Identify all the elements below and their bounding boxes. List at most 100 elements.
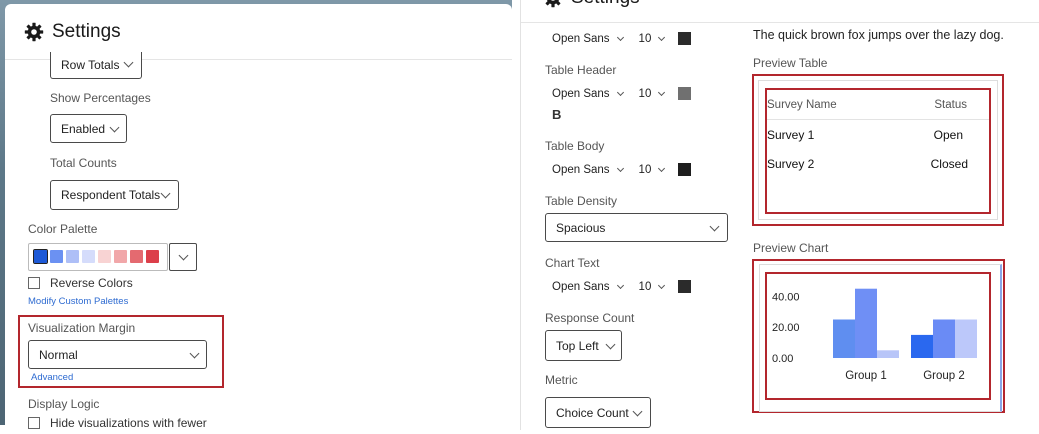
- chevron-down-icon: [616, 164, 624, 172]
- font-size-select[interactable]: 10: [639, 88, 652, 100]
- chevron-down-icon: [658, 281, 666, 289]
- table-body-label: Table Body: [545, 139, 605, 153]
- palette-swatch[interactable]: [82, 250, 95, 263]
- hide-visualizations-label: Hide visualizations with fewer: [50, 416, 207, 430]
- palette-swatch-selected[interactable]: [33, 249, 48, 264]
- font-color-swatch[interactable]: [678, 280, 692, 293]
- chevron-down-icon: [616, 281, 624, 289]
- palette-swatch[interactable]: [98, 250, 111, 263]
- font-family-select[interactable]: Open Sans: [552, 281, 610, 293]
- response-count-label: Response Count: [545, 311, 635, 325]
- table-header-font-row: Open Sans 10: [552, 87, 692, 100]
- chevron-down-icon: [605, 339, 616, 350]
- font-sample-text: The quick brown fox jumps over the lazy …: [753, 28, 1004, 42]
- table-row: Survey 1 Open: [767, 120, 989, 149]
- hide-visualizations-checkbox[interactable]: [28, 417, 40, 429]
- bar: [911, 334, 933, 358]
- chevron-down-icon: [616, 33, 624, 41]
- settings-panel-left: Settings Row Totals Show Percentages Ena…: [5, 4, 512, 434]
- font-color-swatch[interactable]: [678, 87, 692, 100]
- table-cell: Open: [933, 127, 963, 142]
- show-percentages-select[interactable]: Enabled: [50, 114, 127, 143]
- font-color-swatch[interactable]: [678, 163, 692, 176]
- chevron-down-icon: [616, 88, 624, 96]
- bar: [933, 319, 955, 358]
- gear-icon: [545, 0, 561, 8]
- table-density-select[interactable]: Spacious: [545, 213, 728, 242]
- palette-dropdown-button[interactable]: [169, 243, 197, 271]
- table-header-label: Table Header: [545, 63, 617, 77]
- chart-text-font-row: Open Sans 10: [552, 280, 692, 293]
- font-family-select[interactable]: Open Sans: [552, 33, 610, 45]
- visualization-margin-select[interactable]: Normal: [28, 340, 207, 369]
- y-tick-label: 40.00: [772, 291, 800, 303]
- settings-panel-right: Settings Open Sans 10 Table Header Open …: [520, 0, 1039, 430]
- response-count-select[interactable]: Top Left: [545, 330, 622, 361]
- advanced-link[interactable]: Advanced: [31, 372, 73, 383]
- header-divider-right: [521, 22, 1039, 23]
- panel-gap: [512, 0, 520, 425]
- chevron-down-icon: [189, 348, 200, 359]
- row-totals-value: Row Totals: [61, 58, 120, 72]
- x-tick-label: Group 2: [923, 370, 965, 382]
- palette-swatch[interactable]: [146, 250, 159, 263]
- font-size-select[interactable]: 10: [639, 33, 652, 45]
- chevron-down-icon: [178, 250, 189, 261]
- font-family-select[interactable]: Open Sans: [552, 88, 610, 100]
- table-body-font-row: Open Sans 10: [552, 163, 692, 176]
- display-logic-label: Display Logic: [28, 397, 100, 411]
- preview-chart-label: Preview Chart: [753, 241, 829, 255]
- show-percentages-label: Show Percentages: [50, 91, 151, 105]
- total-counts-select[interactable]: Respondent Totals: [50, 180, 179, 210]
- font-size-select[interactable]: 10: [639, 164, 652, 176]
- chevron-down-icon: [123, 57, 134, 68]
- metric-select[interactable]: Choice Count: [545, 397, 651, 428]
- settings-header: Settings: [24, 21, 121, 43]
- column-header: Status: [934, 98, 967, 111]
- x-tick-label: Group 1: [845, 370, 887, 382]
- chevron-down-icon: [709, 221, 720, 232]
- color-palette-picker[interactable]: [28, 243, 168, 271]
- title-font-row: Open Sans 10: [552, 32, 692, 45]
- reverse-colors-label: Reverse Colors: [50, 276, 133, 290]
- table-density-label: Table Density: [545, 194, 618, 208]
- preview-table: Survey Name Status Survey 1 Open Survey …: [767, 90, 989, 178]
- reverse-colors-checkbox[interactable]: [28, 277, 40, 289]
- visualization-margin-label: Visualization Margin: [28, 321, 136, 335]
- chart-text-label: Chart Text: [545, 256, 600, 270]
- gear-icon: [24, 22, 44, 42]
- preview-bar-chart: 40.00 20.00 0.00 Group 1 Group 2: [772, 288, 977, 382]
- preview-table-header-row: Survey Name Status: [767, 90, 989, 120]
- row-totals-select[interactable]: Row Totals: [50, 52, 142, 79]
- total-counts-value: Respondent Totals: [61, 188, 161, 202]
- total-counts-label: Total Counts: [50, 156, 117, 170]
- settings-title: Settings: [52, 21, 121, 42]
- font-color-swatch[interactable]: [678, 32, 692, 45]
- bar: [855, 288, 877, 358]
- palette-swatch[interactable]: [114, 250, 127, 263]
- table-cell: Survey 2: [767, 156, 815, 171]
- table-cell: Closed: [930, 156, 968, 171]
- chevron-down-icon: [658, 88, 666, 96]
- font-family-select[interactable]: Open Sans: [552, 164, 610, 176]
- modify-custom-palettes-link[interactable]: Modify Custom Palettes: [28, 296, 128, 307]
- settings-title-right: Settings: [571, 0, 640, 9]
- chevron-down-icon: [658, 33, 666, 41]
- metric-value: Choice Count: [556, 405, 629, 420]
- palette-swatch[interactable]: [130, 250, 143, 263]
- table-row: Survey 2 Closed: [767, 149, 989, 178]
- chevron-down-icon: [632, 406, 643, 417]
- palette-swatch[interactable]: [66, 250, 79, 263]
- settings-header-right: Settings: [543, 0, 640, 9]
- bar: [955, 319, 977, 358]
- table-density-value: Spacious: [556, 220, 606, 235]
- column-header: Survey Name: [767, 98, 837, 111]
- bold-toggle[interactable]: B: [552, 107, 561, 122]
- bar: [877, 350, 899, 358]
- show-percentages-value: Enabled: [61, 121, 106, 136]
- visualization-margin-value: Normal: [39, 347, 78, 362]
- font-size-select[interactable]: 10: [639, 281, 652, 293]
- bar: [833, 319, 855, 358]
- palette-swatch[interactable]: [50, 250, 63, 263]
- table-cell: Survey 1: [767, 127, 815, 142]
